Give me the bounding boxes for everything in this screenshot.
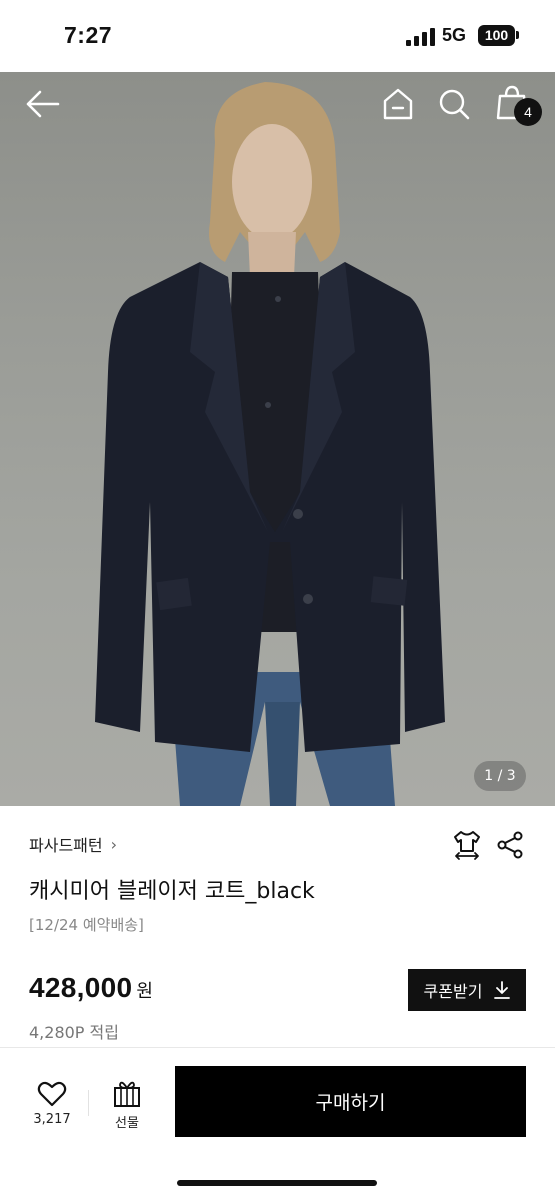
reward-points: 4,280P 적립 bbox=[29, 1023, 119, 1042]
status-bar: 7:27 5G 100 bbox=[0, 0, 555, 72]
gallery-page-indicator: 1 / 3 bbox=[474, 761, 526, 791]
like-count: 3,217 bbox=[33, 1112, 71, 1127]
battery-tip bbox=[516, 31, 519, 39]
search-icon bbox=[439, 89, 470, 120]
network-label: 5G bbox=[442, 25, 467, 45]
buy-button[interactable]: 구매하기 bbox=[175, 1066, 526, 1137]
price-unit: 원 bbox=[136, 981, 153, 1002]
cart-count-badge: 4 bbox=[514, 98, 542, 126]
product-photo bbox=[95, 82, 445, 806]
price-row: 428,000 원 bbox=[29, 972, 153, 1004]
back-arrow-icon bbox=[26, 90, 60, 118]
heart-icon bbox=[37, 1081, 67, 1107]
home-icon bbox=[383, 88, 413, 120]
shipping-note: [12/24 예약배송] bbox=[29, 916, 144, 934]
home-button[interactable] bbox=[380, 86, 416, 122]
home-indicator bbox=[177, 1180, 377, 1186]
size-fit-button[interactable] bbox=[451, 829, 483, 861]
signal-icon bbox=[406, 28, 436, 46]
coupon-label: 쿠폰받기 bbox=[423, 982, 483, 1001]
chevron-right-icon: › bbox=[110, 834, 118, 854]
bar-divider bbox=[88, 1090, 89, 1116]
share-icon bbox=[497, 831, 523, 859]
coupon-download-button[interactable]: 쿠폰받기 bbox=[408, 969, 526, 1011]
brand-link[interactable]: 파사드패턴 › bbox=[29, 832, 117, 856]
back-button[interactable] bbox=[24, 88, 64, 120]
battery-icon: 100 bbox=[478, 25, 515, 46]
status-time: 7:27 bbox=[64, 22, 113, 48]
brand-name: 파사드패턴 bbox=[29, 836, 103, 855]
shirt-size-icon bbox=[454, 831, 480, 860]
product-name: 캐시미어 블레이저 코트_black bbox=[29, 879, 315, 904]
gift-icon bbox=[114, 1081, 140, 1107]
gift-label: 선물 bbox=[115, 1116, 139, 1131]
download-icon bbox=[494, 981, 511, 999]
price-value: 428,000 bbox=[29, 972, 133, 1003]
share-button[interactable] bbox=[495, 830, 525, 860]
search-button[interactable] bbox=[436, 86, 472, 122]
product-image-gallery[interactable]: 4 1 / 3 bbox=[0, 72, 555, 806]
